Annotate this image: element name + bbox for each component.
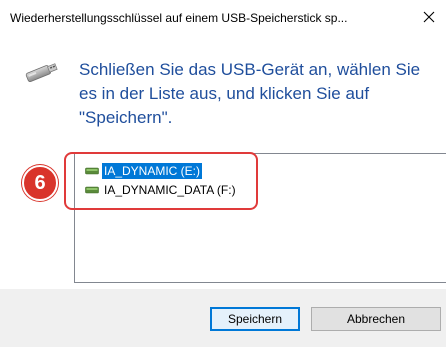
close-icon <box>423 11 435 23</box>
drive-label: IA_DYNAMIC (E:) <box>102 163 203 179</box>
drive-list[interactable]: IA_DYNAMIC (E:) IA_DYNAMIC_DATA (F:) <box>74 153 446 283</box>
close-button[interactable] <box>412 0 446 34</box>
instruction-text: Schließen Sie das USB-Gerät an, wählen S… <box>79 60 421 127</box>
window-title: Wiederherstellungsschlüssel auf einem US… <box>10 11 348 25</box>
drive-icon <box>85 167 99 175</box>
button-bar: Speichern Abbrechen <box>0 289 446 347</box>
list-item-drive-f[interactable]: IA_DYNAMIC_DATA (F:) <box>85 181 238 199</box>
usb-drive-icon <box>25 63 58 83</box>
step-badge: 6 <box>22 165 58 201</box>
title-bar: Wiederherstellungsschlüssel auf einem US… <box>0 0 446 36</box>
list-item-drive-e[interactable]: IA_DYNAMIC (E:) <box>85 162 203 180</box>
bitlocker-save-dialog: Wiederherstellungsschlüssel auf einem US… <box>0 0 446 347</box>
drive-icon <box>85 186 99 194</box>
drive-label: IA_DYNAMIC_DATA (F:) <box>104 183 236 197</box>
cancel-button[interactable]: Abbrechen <box>311 307 441 331</box>
save-button[interactable]: Speichern <box>210 307 300 331</box>
